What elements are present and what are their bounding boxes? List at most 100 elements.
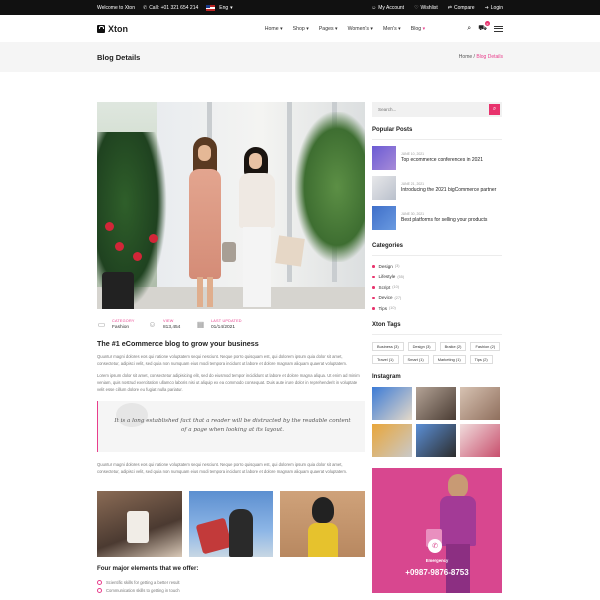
search-icon: ⌕ (492, 106, 497, 112)
nav-mens[interactable]: Men's ▾ (383, 26, 401, 32)
search-icon[interactable]: ⌕ (467, 25, 471, 33)
bag-logo-icon (97, 24, 105, 33)
tag[interactable]: Braike (2) (439, 342, 467, 352)
tag[interactable]: Travel (1) (372, 355, 399, 365)
call-text: Call: +01 321 654 214 (149, 4, 199, 11)
login-label: Login (490, 4, 503, 11)
check-circle-icon (97, 587, 102, 593)
meta-category-value[interactable]: Fashion (112, 325, 135, 330)
folder-icon: ▭ (97, 320, 106, 329)
user-icon: ☺ (148, 320, 157, 329)
gallery-image[interactable] (188, 491, 274, 557)
categories-list: Design (3) Lifestyle (55) Script (10) Devic… (372, 261, 502, 314)
page-title-band: Blog Details Home / Blog Details (0, 42, 600, 72)
meta-updated-label: LAST UPDATED (211, 319, 242, 323)
quote-text: It is a long established fact that a rea… (114, 418, 351, 433)
promo-phone-number[interactable]: +0987-9876-8753 (372, 568, 502, 577)
category-item[interactable]: Script (10) (372, 282, 502, 293)
category-item[interactable]: Lifestyle (55) (372, 272, 502, 283)
gallery-image[interactable] (97, 491, 182, 557)
instagram-image[interactable] (372, 424, 412, 458)
language-label: Eng (219, 4, 229, 11)
post-title[interactable]: Top ecommerce conferences in 2021 (401, 157, 483, 164)
meta-category: ▭ CATEGORY Fashion (97, 319, 148, 330)
nav-shop[interactable]: Shop ▾ (293, 26, 309, 32)
blockquote: It is a long established fact that a rea… (97, 401, 365, 452)
page-title: Blog Details (97, 52, 141, 62)
popular-posts-title: Popular Posts (372, 127, 413, 133)
post-date: JUNE 30, 2021 (401, 211, 424, 216)
compare-link[interactable]: ⇄ Compare (448, 5, 475, 11)
compare-label: Compare (453, 4, 475, 11)
nav-blog[interactable]: Blog ▾ (411, 26, 425, 32)
tag[interactable]: Smart (1) (402, 355, 429, 365)
language-selector[interactable]: Eng ▾ (206, 4, 233, 11)
menu-icon[interactable] (494, 25, 503, 32)
category-item[interactable]: Device (27) (372, 293, 502, 304)
tag[interactable]: Tips (2) (469, 355, 493, 365)
category-item[interactable]: Tips (10) (372, 303, 502, 314)
meta-updated: ▦ LAST UPDATED 01/14/2021 (196, 319, 246, 330)
call-info[interactable]: ✆ Call: +01 321 654 214 (143, 5, 198, 11)
search-button[interactable]: ⌕ (489, 104, 500, 115)
tag[interactable]: Design (3) (407, 342, 436, 352)
instagram-image[interactable] (416, 424, 456, 458)
us-flag-icon (206, 4, 216, 11)
article-paragraph-2: Lorem ipsum dolor sit amet, consectetur … (97, 373, 360, 392)
categories-title: Categories (372, 242, 404, 249)
nav-womens[interactable]: Women's ▾ (348, 26, 373, 32)
breadcrumb: Home / Blog Details (459, 54, 503, 60)
post-date: JUNE 21, 2021 (401, 181, 424, 186)
hero-image (97, 102, 365, 309)
main-nav: Home ▾ Shop ▾ Pages ▾ Women's ▾ Men's ▾ … (227, 26, 463, 32)
cart-icon[interactable]: ⛟ 0 (478, 21, 490, 33)
breadcrumb-current: Blog Details (476, 54, 503, 60)
tag[interactable]: Business (3) (372, 342, 404, 352)
tag-cloud: Business (3) Design (3) Braike (2) Fashi… (372, 342, 502, 365)
breadcrumb-home[interactable]: Home (459, 54, 472, 60)
instagram-image[interactable] (372, 387, 412, 421)
nav-pages[interactable]: Pages ▾ (319, 26, 338, 32)
breadcrumb-separator: / (473, 54, 475, 60)
list-item[interactable]: JUNE 30, 2021 Best platforms for selling… (372, 205, 502, 231)
instagram-image[interactable] (460, 424, 500, 458)
chevron-down-icon: ▾ (230, 4, 233, 11)
list-item[interactable]: JUNE 10, 2021 Top ecommerce conferences … (372, 145, 502, 171)
article-meta: ▭ CATEGORY Fashion ☺ VIEW 813,454 ▦ LAST… (97, 319, 365, 330)
nav-home[interactable]: Home ▾ (265, 26, 283, 32)
compare-icon: ⇄ (447, 4, 452, 11)
tags-title: Xton Tags (372, 321, 401, 328)
list-item: Communication skills to getting in touch (97, 586, 365, 594)
emergency-promo-banner[interactable]: ✆ Emergency +0987-9876-8753 (372, 468, 502, 594)
category-item[interactable]: Design (3) (372, 261, 502, 272)
login-link[interactable]: ➜ Login (485, 5, 503, 11)
login-icon: ➜ (484, 4, 489, 11)
tag[interactable]: Marketing (1) (432, 355, 466, 365)
post-thumbnail[interactable] (372, 175, 396, 200)
tag[interactable]: Fashion (2) (470, 342, 501, 352)
post-thumbnail[interactable] (372, 205, 396, 230)
search-input[interactable] (372, 107, 482, 112)
post-title[interactable]: Introducing the 2021 bigCommerce partner (401, 187, 496, 194)
blog-article: ▭ CATEGORY Fashion ☺ VIEW 813,454 ▦ LAST… (97, 102, 366, 594)
post-thumbnail[interactable] (372, 145, 396, 170)
user-icon: ☺ (371, 4, 377, 11)
promo-label: Emergency (425, 558, 449, 564)
meta-updated-value: 01/14/2021 (211, 325, 236, 330)
phone-icon: ✆ (142, 4, 148, 11)
article-paragraph-1: Quuntur magni dolores eos qui ratione vo… (97, 354, 347, 366)
logo-text: Xton (108, 23, 128, 34)
instagram-image[interactable] (460, 387, 500, 421)
instagram-image[interactable] (416, 387, 456, 421)
welcome-text: Welcome to Xton (97, 4, 135, 11)
cart-badge: 0 (485, 21, 490, 26)
search-box: ⌕ (372, 102, 502, 117)
post-date: JUNE 10, 2021 (401, 151, 424, 156)
logo[interactable]: Xton (97, 24, 217, 34)
post-title[interactable]: Best platforms for selling your products (401, 217, 487, 224)
list-item[interactable]: JUNE 21, 2021 Introducing the 2021 bigCo… (372, 175, 502, 201)
article-title: The #1 eCommerce blog to grow your busin… (97, 339, 259, 348)
wishlist-link[interactable]: ♡ Wishlist (414, 5, 438, 11)
my-account-link[interactable]: ☺ My Account (371, 5, 404, 11)
gallery-image[interactable] (280, 491, 366, 557)
